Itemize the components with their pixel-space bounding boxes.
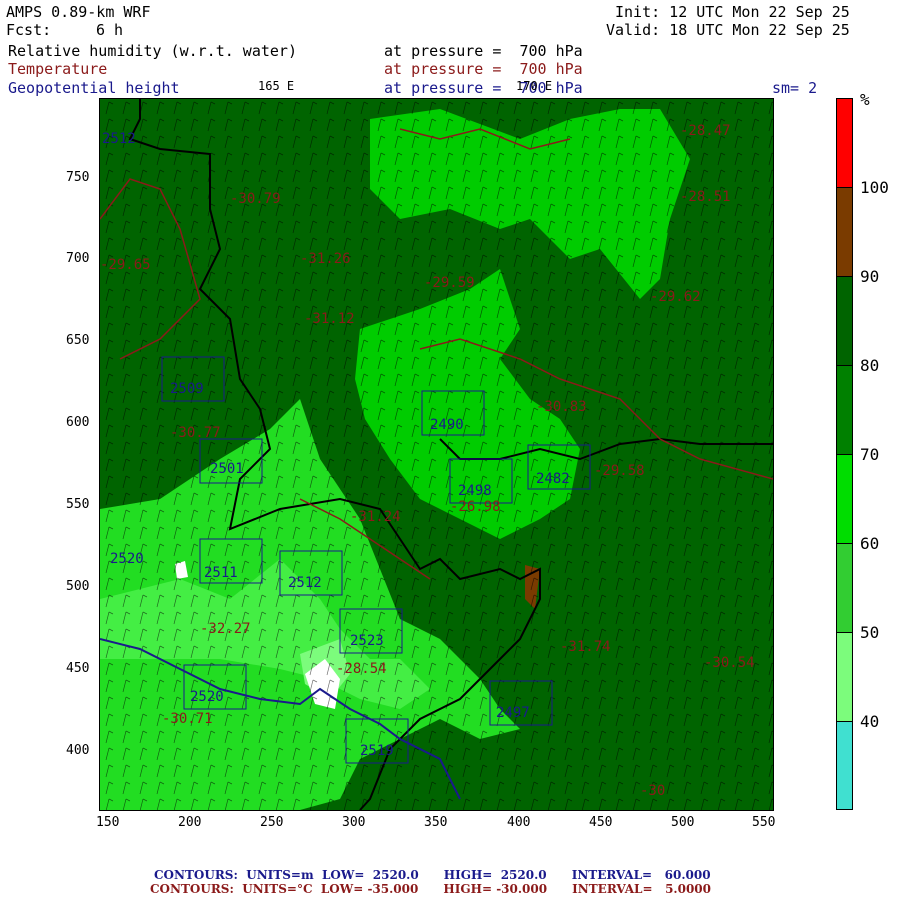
valid-time: Valid: 18 UTC Mon 22 Sep 25	[606, 21, 850, 39]
temperature-label: -31.24	[350, 509, 401, 525]
colorbar-label: 100	[860, 178, 889, 197]
temperature-label: -30.77	[170, 425, 221, 441]
temperature-label: -30	[640, 783, 666, 799]
temperature-label: -31.26	[300, 251, 351, 267]
temperature-label: -31.12	[304, 311, 355, 327]
x-tick-label: 400	[507, 815, 531, 830]
colorbar-segment-30	[837, 722, 852, 809]
temperature-label: -29.59	[424, 275, 475, 291]
height-label: 2512	[102, 131, 136, 147]
temperature-label: -29.65	[100, 257, 151, 273]
model-title: AMPS 0.89-km WRF	[6, 3, 151, 21]
colorbar-label: 50	[860, 623, 880, 642]
longitude-165-label: 165 E	[258, 79, 295, 93]
colorbar-label: 70	[860, 445, 880, 464]
colorbar-segment-100	[837, 99, 852, 188]
smoothing-label: sm= 2	[772, 79, 818, 97]
colorbar-segment-60	[837, 455, 852, 544]
height-label: 2512	[288, 575, 322, 591]
temperature-label: -30.83	[536, 399, 587, 415]
temperature-label: -26.98	[450, 499, 501, 515]
temperature-label: -30.71	[162, 711, 213, 727]
longitude-170-label: 170 E	[516, 79, 553, 93]
x-tick-label: 350	[424, 815, 448, 830]
field-height-label: Geopotential height	[8, 79, 180, 97]
colorbar-unit: %	[860, 90, 870, 109]
colorbar-label: 80	[860, 356, 880, 375]
height-label: 2490	[430, 417, 464, 433]
colorbar-label: 60	[860, 534, 880, 553]
colorbar-segment-80	[837, 277, 852, 366]
temperature-contour-info: CONTOURS: UNITS=°C LOW= -35.000 HIGH= -3…	[150, 882, 712, 896]
temperature-label: -29.62	[650, 289, 701, 305]
x-tick-label: 550	[752, 815, 776, 830]
colorbar-segment-90	[837, 188, 852, 277]
init-time: Init: 12 UTC Mon 22 Sep 25	[615, 3, 850, 21]
colorbar-segment-70	[837, 366, 852, 455]
forecast-label: Fcst:	[6, 21, 52, 39]
y-tick-label: 650	[66, 333, 90, 348]
height-contour-info: CONTOURS: UNITS=m LOW= 2520.0 HIGH= 2520…	[154, 868, 711, 882]
height-label: 2501	[210, 461, 244, 477]
temperature-label: -32.27	[200, 621, 251, 637]
colorbar-label: 40	[860, 712, 880, 731]
x-tick-label: 500	[671, 815, 695, 830]
temperature-label: -29.58	[594, 463, 645, 479]
y-tick-label: 450	[66, 661, 90, 676]
field-height-level: at pressure = 700 hPa	[384, 79, 583, 97]
height-label: 2509	[170, 381, 204, 397]
y-tick-label: 550	[66, 497, 90, 512]
map-plot: 2512 2509 2490 2501 2498 2482 2520 2511 …	[99, 98, 774, 811]
colorbar-segment-40	[837, 633, 852, 722]
height-label: 2497	[496, 705, 530, 721]
height-label: 2511	[204, 565, 238, 581]
field-rh-label: Relative humidity (w.r.t. water)	[8, 42, 297, 60]
colorbar	[836, 98, 853, 810]
x-tick-label: 250	[260, 815, 284, 830]
temperature-label: -30.54	[704, 655, 755, 671]
y-tick-label: 750	[66, 170, 90, 185]
y-tick-label: 700	[66, 251, 90, 266]
temperature-label: -28.51	[680, 189, 731, 205]
temperature-label: -30.79	[230, 191, 281, 207]
field-temp-label: Temperature	[8, 60, 108, 78]
colorbar-label: 90	[860, 267, 880, 286]
temperature-label: -31.74	[560, 639, 611, 655]
field-temp-level: at pressure = 700 hPa	[384, 60, 583, 78]
height-label: 2520	[190, 689, 224, 705]
y-tick-label: 500	[66, 579, 90, 594]
height-label: 2519	[360, 743, 394, 759]
height-label: 2523	[350, 633, 384, 649]
colorbar-segment-50	[837, 544, 852, 633]
height-label: 2520	[110, 551, 144, 567]
x-tick-label: 150	[96, 815, 120, 830]
field-rh-level: at pressure = 700 hPa	[384, 42, 583, 60]
x-tick-label: 300	[342, 815, 366, 830]
height-label: 2498	[458, 483, 492, 499]
y-tick-label: 400	[66, 743, 90, 758]
forecast-hour: 6 h	[96, 21, 124, 39]
y-tick-label: 600	[66, 415, 90, 430]
x-tick-label: 450	[589, 815, 613, 830]
temperature-label: -28.54	[336, 661, 387, 677]
temperature-label: -28.47	[680, 123, 731, 139]
height-label: 2482	[536, 471, 570, 487]
x-tick-label: 200	[178, 815, 202, 830]
